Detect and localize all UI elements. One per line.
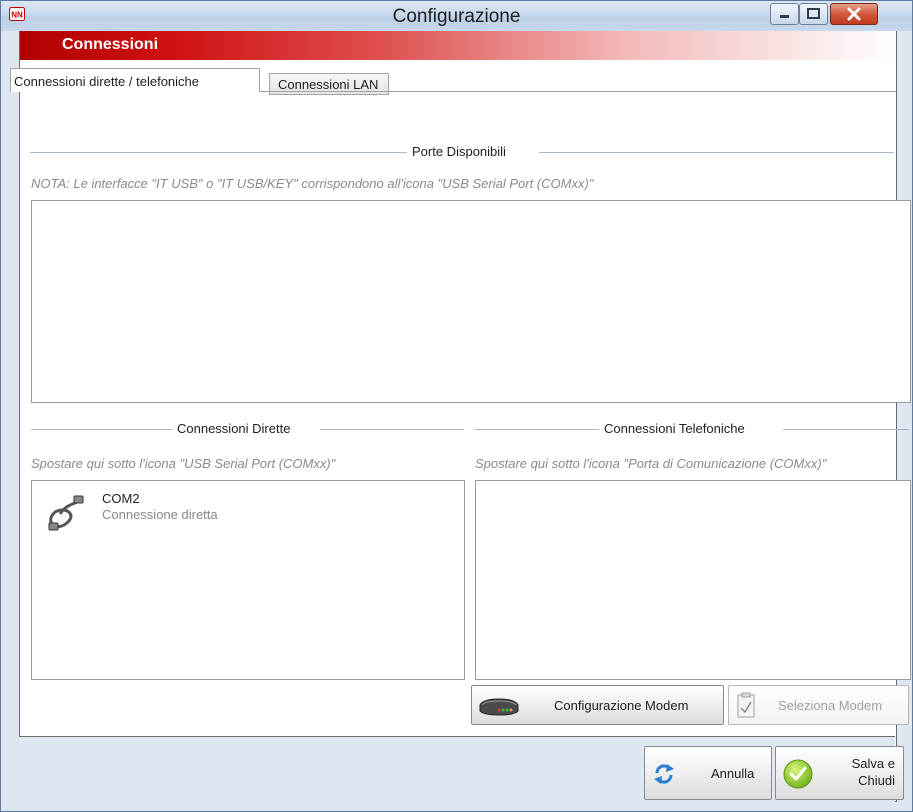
salva-label: Salva e [851,756,895,771]
refresh-icon [654,764,674,784]
tab-connessioni-dirette[interactable]: Connessioni dirette / telefoniche [10,68,260,92]
dirette-hint: Spostare qui sotto l'icona "USB Serial P… [31,456,336,471]
maximize-button[interactable] [799,3,828,25]
close-button[interactable] [830,3,878,25]
item-name: COM2 [102,491,140,506]
group-divider [30,152,407,153]
dirette-title: Connessioni Dirette [177,421,291,436]
annulla-label: Annulla [711,766,755,781]
seleziona-modem-label: Seleziona Modem [778,698,883,713]
section-title: Connessioni [62,36,159,53]
minimize-icon [780,15,789,18]
group-divider [475,429,599,430]
porte-title: Porte Disponibili [412,144,506,159]
configurazione-modem-label: Configurazione Modem [554,698,689,713]
telefoniche-list[interactable] [475,480,911,680]
configurazione-modem-button[interactable]: Configurazione Modem [471,685,724,725]
clipboard-check-icon [737,692,755,718]
minimize-button[interactable] [770,3,799,25]
section-header: Connessioni [20,31,896,60]
checkmark-icon [783,759,813,789]
serial-cable-icon [48,495,84,531]
list-item[interactable]: COM2 Connessione diretta [32,481,462,541]
maximize-icon [807,8,820,19]
modem-icon [479,698,519,716]
title-bar[interactable]: NN Configurazione [1,1,912,31]
group-divider [31,429,172,430]
porte-list[interactable] [31,200,911,403]
configuration-window: NN Configurazione Connessioni Connession… [0,0,913,812]
seleziona-modem-button[interactable]: Seleziona Modem [728,685,909,725]
item-description: Connessione diretta [102,507,218,522]
group-divider [783,429,909,430]
group-divider [539,152,894,153]
salva-chiudi-label: Salva e Chiudi [852,755,895,789]
telefoniche-title: Connessioni Telefoniche [604,421,745,436]
close-icon [847,7,861,21]
chiudi-label: Chiudi [858,773,895,788]
dirette-list[interactable]: COM2 Connessione diretta [31,480,465,680]
telefoniche-hint: Spostare qui sotto l'icona "Porta di Com… [475,456,827,471]
salva-chiudi-button[interactable]: Salva e Chiudi [775,746,904,800]
porte-note: NOTA: Le interfacce "IT USB" o "IT USB/K… [31,176,594,191]
group-divider [320,429,464,430]
annulla-button[interactable]: Annulla [644,746,772,800]
